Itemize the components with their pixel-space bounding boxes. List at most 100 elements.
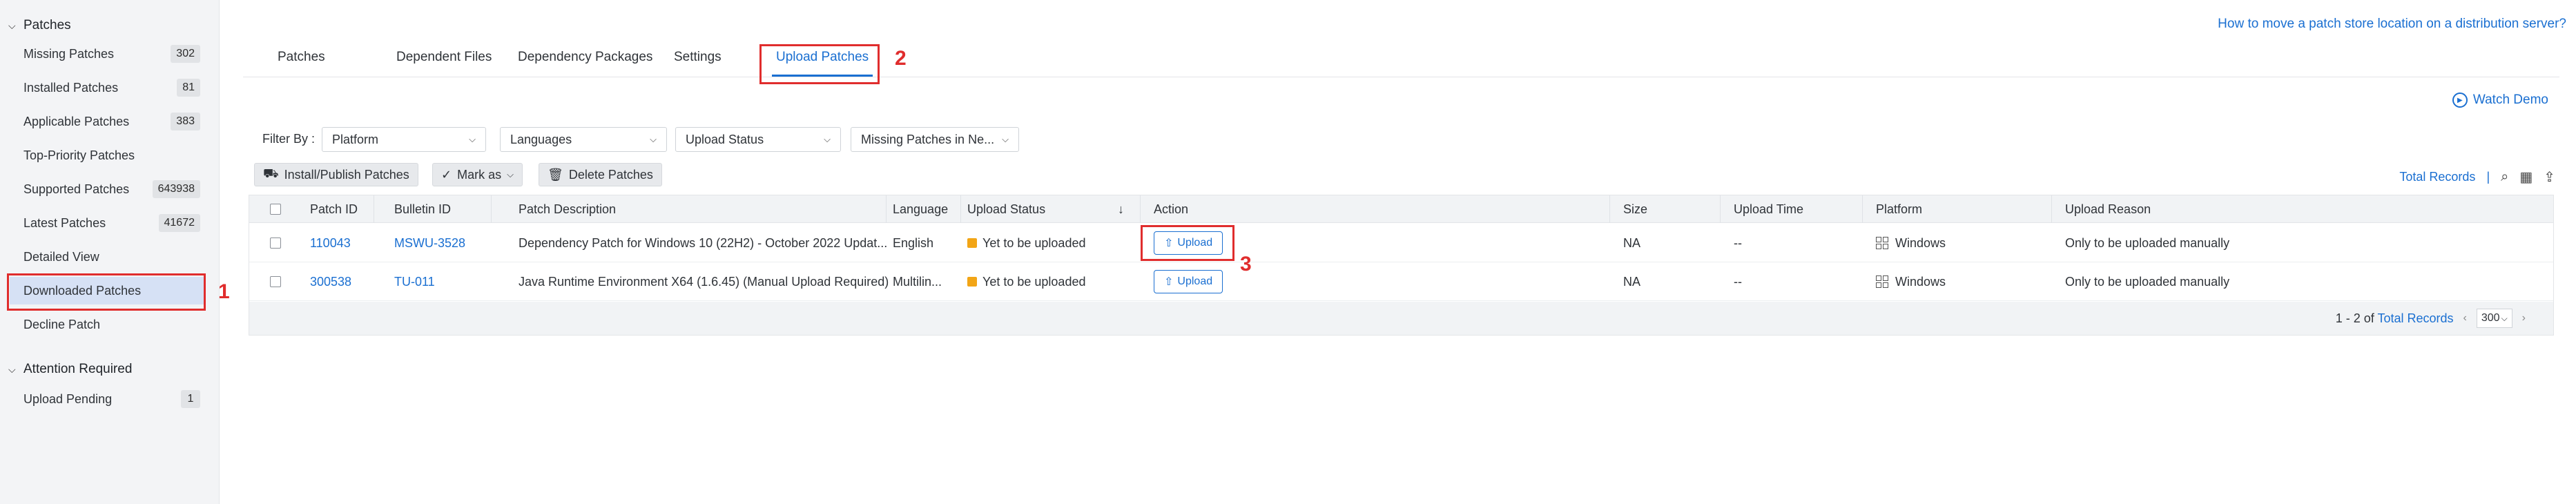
total-records-link[interactable]: Total Records	[2377, 311, 2453, 325]
export-icon[interactable]: ⇪	[2544, 168, 2555, 186]
sidebar-item-detailed-view[interactable]: Detailed View	[10, 243, 204, 271]
platform-text: Windows	[1895, 274, 1946, 289]
per-page-select[interactable]: 300 ⌵	[2476, 309, 2512, 328]
row-checkbox[interactable]	[270, 262, 281, 301]
pagination: 1 - 2 of Total Records ‹ 300 ⌵ ›	[2336, 302, 2526, 335]
patch-id-link[interactable]: 300538	[310, 262, 351, 301]
sidebar-item-upload-pending[interactable]: Upload Pending 1	[10, 385, 204, 413]
sidebar-item-missing-patches[interactable]: Missing Patches 302	[10, 40, 204, 68]
col-platform[interactable]: Platform	[1876, 195, 1922, 223]
dropdown-value: Missing Patches in Ne...	[861, 132, 995, 146]
warning-icon	[967, 238, 977, 248]
chevron-right-icon[interactable]: ›	[2522, 312, 2526, 324]
windows-icon	[1876, 237, 1888, 249]
size-cell: NA	[1623, 274, 1641, 289]
status-text: Yet to be uploaded	[982, 274, 1086, 289]
platform-dropdown[interactable]: Platform ⌵	[322, 127, 486, 152]
patches-section-header[interactable]: ⌵ Patches	[8, 15, 71, 36]
delete-patches-button[interactable]: 🗑 Delete Patches	[539, 163, 662, 186]
tab-settings[interactable]: Settings	[674, 50, 722, 70]
button-label: Mark as	[457, 167, 502, 182]
search-icon[interactable]: ⌕	[2501, 169, 2508, 185]
mark-as-button[interactable]: ✓ Mark as ⌵	[432, 163, 523, 186]
sidebar-item-label: Top-Priority Patches	[23, 148, 135, 162]
languages-dropdown[interactable]: Languages ⌵	[500, 127, 667, 152]
language-cell: Multilin...	[893, 274, 942, 289]
sidebar-item-label: Detailed View	[23, 249, 99, 264]
sidebar-item-label: Missing Patches	[23, 46, 115, 61]
sidebar-item-label: Upload Pending	[23, 391, 113, 406]
select-all-checkbox[interactable]	[270, 195, 281, 223]
watch-demo-link[interactable]: ▶ Watch Demo	[2452, 93, 2548, 108]
sidebar-item-supported-patches[interactable]: Supported Patches 643938	[10, 175, 204, 203]
per-page-value: 300	[2481, 312, 2500, 324]
sidebar-item-label: Supported Patches	[23, 182, 130, 196]
filter-by-label: Filter By :	[262, 132, 316, 146]
upload-status-dropdown[interactable]: Upload Status ⌵	[675, 127, 841, 152]
patch-id-link[interactable]: 110043	[310, 224, 351, 262]
platform-cell: Windows	[1876, 262, 1946, 301]
callout-number-3: 3	[1240, 253, 1252, 275]
warning-icon	[967, 277, 977, 287]
col-upload-reason[interactable]: Upload Reason	[2065, 195, 2151, 223]
action-cell: ⇧ Upload	[1154, 262, 1223, 301]
sidebar-item-installed-patches[interactable]: Installed Patches 81	[10, 74, 204, 101]
row-checkbox[interactable]	[270, 224, 281, 262]
tab-patches[interactable]: Patches	[278, 50, 325, 70]
sidebar-item-applicable-patches[interactable]: Applicable Patches 383	[10, 108, 204, 135]
bulletin-id-link[interactable]: TU-011	[394, 262, 435, 301]
missing-patches-dropdown[interactable]: Missing Patches in Ne... ⌵	[851, 127, 1019, 152]
separator: |	[2486, 170, 2490, 184]
button-label: Install/Publish Patches	[284, 167, 409, 182]
install-publish-button[interactable]: ⛟ Install/Publish Patches	[254, 163, 418, 186]
col-bulletin-id[interactable]: Bulletin ID	[394, 195, 451, 223]
language-cell: English	[893, 235, 934, 250]
size-cell: NA	[1623, 235, 1641, 250]
table-tools: Total Records | ⌕ ▦ ⇪	[2399, 168, 2555, 186]
count-badge: 643938	[152, 180, 200, 198]
upload-status-cell: Yet to be uploaded	[967, 224, 1085, 262]
column-chooser-icon[interactable]: ▦	[2519, 168, 2533, 186]
button-label: Delete Patches	[568, 167, 653, 182]
col-upload-time[interactable]: Upload Time	[1734, 195, 1803, 223]
trash-icon: 🗑	[548, 167, 563, 182]
col-upload-status[interactable]: Upload Status	[967, 195, 1045, 223]
bulletin-id-link[interactable]: MSWU-3528	[394, 224, 465, 262]
attention-section-header[interactable]: ⌵ Attention Required	[8, 359, 132, 380]
col-size[interactable]: Size	[1623, 195, 1647, 223]
chevron-left-icon[interactable]: ‹	[2463, 312, 2467, 324]
chevron-down-icon: ⌵	[469, 134, 476, 144]
help-link[interactable]: How to move a patch store location on a …	[2218, 17, 2566, 32]
sidebar-item-decline-patch[interactable]: Decline Patch	[10, 311, 204, 338]
count-badge: 41672	[158, 214, 200, 232]
dropdown-value: Platform	[332, 132, 379, 146]
sidebar-item-top-priority-patches[interactable]: Top-Priority Patches	[10, 142, 204, 169]
platform-text: Windows	[1895, 235, 1946, 250]
table-header: Patch ID Bulletin ID Patch Description L…	[249, 195, 2553, 223]
total-records-link[interactable]: Total Records	[2399, 170, 2475, 184]
col-patch-description[interactable]: Patch Description	[519, 195, 616, 223]
callout-box-1	[7, 273, 206, 311]
col-action: Action	[1154, 202, 1189, 216]
callout-box-3	[1141, 225, 1234, 261]
col-language[interactable]: Language	[893, 195, 948, 223]
upload-button[interactable]: ⇧ Upload	[1154, 270, 1223, 293]
button-label: Upload	[1177, 275, 1213, 287]
table-footer: 1 - 2 of Total Records ‹ 300 ⌵ ›	[249, 302, 2553, 335]
sidebar-item-label: Latest Patches	[23, 215, 106, 230]
tab-dependent-files[interactable]: Dependent Files	[396, 50, 492, 70]
col-patch-id[interactable]: Patch ID	[310, 195, 358, 223]
windows-icon	[1876, 275, 1888, 288]
watch-demo-label: Watch Demo	[2472, 93, 2548, 107]
chevron-down-icon: ⌵	[507, 169, 514, 180]
tab-dependency-packages[interactable]: Dependency Packages	[518, 50, 652, 70]
count-badge: 1	[181, 390, 200, 408]
upload-reason-cell: Only to be uploaded manually	[2065, 235, 2230, 250]
callout-box-2	[759, 44, 880, 84]
chevron-down-icon: ⌵	[8, 363, 16, 375]
sort-down-icon[interactable]: ↓	[1118, 195, 1124, 223]
range-label: 1 - 2 of	[2335, 311, 2374, 325]
check-icon: ✓	[441, 167, 452, 182]
sidebar-item-label: Installed Patches	[23, 80, 119, 95]
sidebar-item-latest-patches[interactable]: Latest Patches 41672	[10, 209, 204, 237]
